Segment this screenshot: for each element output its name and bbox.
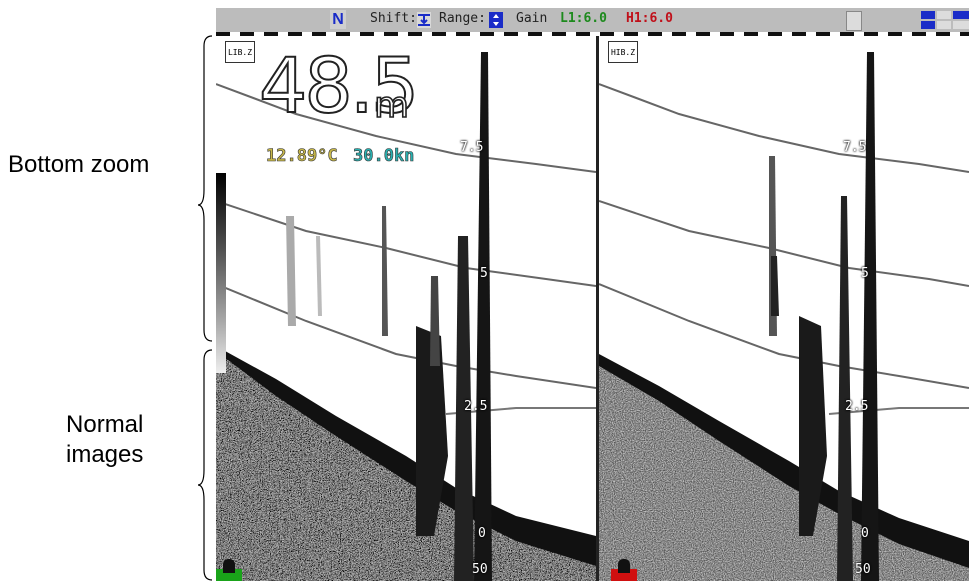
- depth-scale-label: 50: [472, 562, 488, 577]
- annotation-bottom-zoom: Bottom zoom: [8, 151, 150, 178]
- depth-scale-label: 7.5: [460, 140, 484, 155]
- gain-low-value[interactable]: L1:6.0: [560, 11, 607, 26]
- sounder-screen: N Shift: Range: Gain L1:6.0 H1:6.0 LIB.Z…: [216, 8, 969, 581]
- pane-tag-left: LIB.Z: [225, 41, 255, 63]
- depth-scale-label: 0: [478, 526, 486, 541]
- range-icon[interactable]: [489, 12, 503, 28]
- pane-tag-right: HIB.Z: [608, 41, 638, 63]
- frequency-icons[interactable]: [921, 10, 969, 30]
- transducer-marker-right: [611, 559, 637, 581]
- gain-label: Gain: [516, 11, 548, 26]
- gain-colorbar: [216, 173, 226, 373]
- depth-unit: m: [373, 85, 410, 126]
- ship-speed: 30.0kn: [353, 146, 415, 167]
- depth-scale-label: 50: [855, 562, 871, 577]
- cm-icon[interactable]: [846, 11, 862, 31]
- echogram-right: [599, 52, 969, 581]
- gain-high-value[interactable]: H1:6.0: [626, 11, 673, 26]
- water-temperature: 12.89°C: [266, 146, 338, 167]
- annotation-normal-line1: Normal: [66, 411, 144, 438]
- echo-pane-low-frequency[interactable]: LIB.Z 48.5 m 12.89°C 30.0kn 7.5 5 2.5 0 …: [216, 36, 596, 581]
- depth-scale-label: 5: [861, 266, 869, 281]
- depth-scale-label: 2.5: [845, 399, 869, 414]
- depth-scale-label: 7.5: [843, 140, 867, 155]
- depth-scale-label: 0: [861, 526, 869, 541]
- top-status-bar: N Shift: Range: Gain L1:6.0 H1:6.0: [216, 8, 969, 32]
- mode-indicator[interactable]: N: [330, 10, 346, 29]
- transducer-marker-left: [216, 559, 242, 581]
- depth-scale-label: 2.5: [464, 399, 488, 414]
- shift-icon[interactable]: [417, 12, 431, 28]
- shift-label: Shift:: [370, 11, 417, 26]
- range-label: Range:: [439, 11, 486, 26]
- annotation-normal-line2: images: [66, 441, 144, 468]
- annotation-normal-images: Normal images: [66, 410, 143, 470]
- annotation-braces: [197, 35, 213, 581]
- depth-scale-label: 5: [480, 266, 488, 281]
- echo-pane-high-frequency[interactable]: HIB.Z 7.5 5 2.5 0 50: [599, 36, 969, 581]
